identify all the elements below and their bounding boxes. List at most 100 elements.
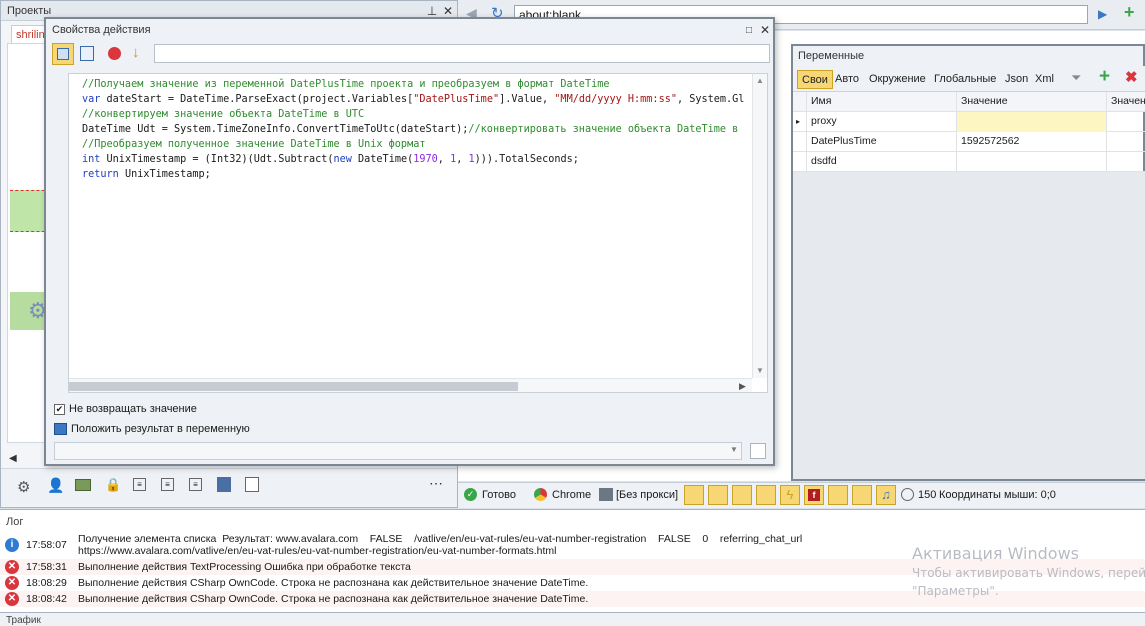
horizontal-scrollbar[interactable]: ◀ ▶ [69,378,752,392]
column-value[interactable]: Значение [957,92,1107,112]
dialog-search-input[interactable] [154,44,770,63]
variable-name[interactable]: DatePlusTime [807,132,957,152]
code-line[interactable]: //конвертируем значение объекта DateTime… [82,107,767,122]
lock-icon[interactable]: 🔒 [105,477,121,493]
settings-icon[interactable]: ⚙ [17,478,30,496]
variables-panel: Переменные Свои Авто Окружение Глобальны… [791,44,1145,481]
code-line[interactable]: return UnixTimestamp; [82,167,767,182]
list-icon-3[interactable]: ≡ [189,478,202,491]
close-icon[interactable]: ✕ [441,4,455,18]
variables-title: Переменные [798,50,865,62]
code-token: ))).TotalSeconds; [474,154,579,165]
grid-header-indicator [793,92,807,112]
column-value-2[interactable]: Значени [1107,92,1145,112]
code-line[interactable]: int UnixTimestamp = (Int32)(Udt.Subtract… [82,152,767,167]
scroll-thumb[interactable] [69,382,518,391]
variable-extra[interactable] [1107,152,1145,172]
images-toggle-icon[interactable] [684,485,704,505]
table-row[interactable]: ▸ proxy [793,112,1145,132]
add-variable-icon[interactable]: + [1099,66,1110,88]
no-return-checkbox[interactable]: ✔ [54,404,65,415]
pin-icon[interactable]: ⊥ [425,4,439,18]
filter-icon[interactable]: ⏷ [1071,70,1081,86]
plugin-toggle-icon[interactable] [852,485,872,505]
record-icon[interactable] [108,47,121,60]
dialog-close-icon[interactable]: ✕ [758,23,772,37]
save-icon[interactable] [217,477,231,492]
copy-icon[interactable] [750,443,766,459]
scroll-right-arrow-icon[interactable]: ▶ [739,381,746,392]
log-panel: Лог i 17:58:07 Получение элемента списка… [0,509,1145,612]
scroll-left-icon[interactable]: ◀ [9,453,17,464]
frames-toggle-icon[interactable] [732,485,752,505]
lightning-icon[interactable]: ϟ [780,485,800,505]
go-icon[interactable]: ▶ [1098,7,1107,21]
code-token: int [82,154,101,165]
code-view-button[interactable] [52,43,74,65]
dialog-toolbar: ↓ [52,43,770,65]
tab-environment[interactable]: Окружение [865,70,930,89]
variables-tabs: Свои Авто Окружение Глобальные Json Xml … [793,66,1145,92]
code-token: //конвертируем значение объекта DateTime… [82,109,365,120]
flash-toggle-icon[interactable]: f [804,485,824,505]
tab-json[interactable]: Json [1001,70,1032,89]
music-icon[interactable]: ♫ [876,485,896,505]
scroll-down-icon[interactable]: ▼ [756,366,764,375]
variables-titlebar: Переменные [793,46,1143,66]
document-icon[interactable] [80,46,94,61]
variable-extra[interactable] [1107,112,1145,132]
list-icon-2[interactable]: ≡ [161,478,174,491]
no-return-label: Не возвращать значение [69,403,197,415]
code-token: DateTime( [351,154,414,165]
tab-auto[interactable]: Авто [831,70,863,89]
code-token: return [82,169,119,180]
activation-watermark-line1: Чтобы активировать Windows, перей [912,566,1145,580]
variable-value[interactable]: 1592572562 [957,132,1107,152]
flash-icon: f [808,489,820,501]
film-icon[interactable] [75,479,91,491]
projects-toolbar: ⚙ 👤 🔒 ≡ ≡ ≡ ⋯ [1,468,457,506]
chrome-icon [534,488,547,501]
more-icon[interactable]: ⋯ [429,475,443,492]
arrow-down-icon[interactable]: ↓ [132,44,140,61]
export-icon[interactable] [245,477,259,492]
log-message: Выполнение действия CSharp OwnCode. Стро… [78,593,589,605]
code-line[interactable]: DateTime Udt = System.TimeZoneInfo.Conve… [82,122,767,137]
variable-name[interactable]: dsdfd [807,152,957,172]
activation-watermark-title: Активация Windows [912,544,1079,563]
variable-value[interactable] [957,152,1107,172]
list-icon-1[interactable]: ≡ [133,478,146,491]
user-icon[interactable]: 👤 [47,477,64,494]
popups-toggle-icon[interactable] [756,485,776,505]
table-row[interactable]: DatePlusTime 1592572562 [793,132,1145,152]
add-tab-icon[interactable]: + [1124,2,1135,23]
store-result-label: Положить результат в переменную [71,423,250,435]
monitor-toggle-icon[interactable] [828,485,848,505]
delete-variable-icon[interactable]: ✖ [1125,68,1138,86]
code-text[interactable]: //Получаем значение из переменной DatePl… [69,74,767,182]
tab-global[interactable]: Глобальные [930,70,1000,89]
variable-name[interactable]: proxy [807,112,957,132]
code-line[interactable]: //Получаем значение из переменной DatePl… [82,77,767,92]
column-name[interactable]: Имя [807,92,957,112]
result-variable-select[interactable]: ▼ [54,442,742,460]
css-toggle-icon[interactable] [708,485,728,505]
log-title: Лог [6,516,24,528]
status-proxy[interactable]: [Без прокси] [616,489,678,501]
tab-own[interactable]: Свои [797,70,833,89]
code-line[interactable]: //Преобразуем полученное значение DateTi… [82,137,767,152]
code-token: UnixTimestamp; [118,169,211,180]
variable-value[interactable] [957,112,1107,132]
vertical-scrollbar[interactable]: ▲ ▼ [752,74,767,378]
status-browser[interactable]: Chrome [552,489,591,501]
tab-xml[interactable]: Xml [1031,70,1058,89]
code-token: "MM/dd/yyyy H:mm:ss" [554,94,677,105]
maximize-icon[interactable]: □ [742,24,756,38]
variable-extra[interactable] [1107,132,1145,152]
grid-empty-area [793,172,1145,479]
chevron-down-icon[interactable]: ▼ [730,445,738,454]
table-row[interactable]: dsdfd [793,152,1145,172]
code-editor[interactable]: //Получаем значение из переменной DatePl… [68,73,768,393]
code-line[interactable]: var dateStart = DateTime.ParseExact(proj… [82,92,767,107]
scroll-up-icon[interactable]: ▲ [756,76,764,85]
